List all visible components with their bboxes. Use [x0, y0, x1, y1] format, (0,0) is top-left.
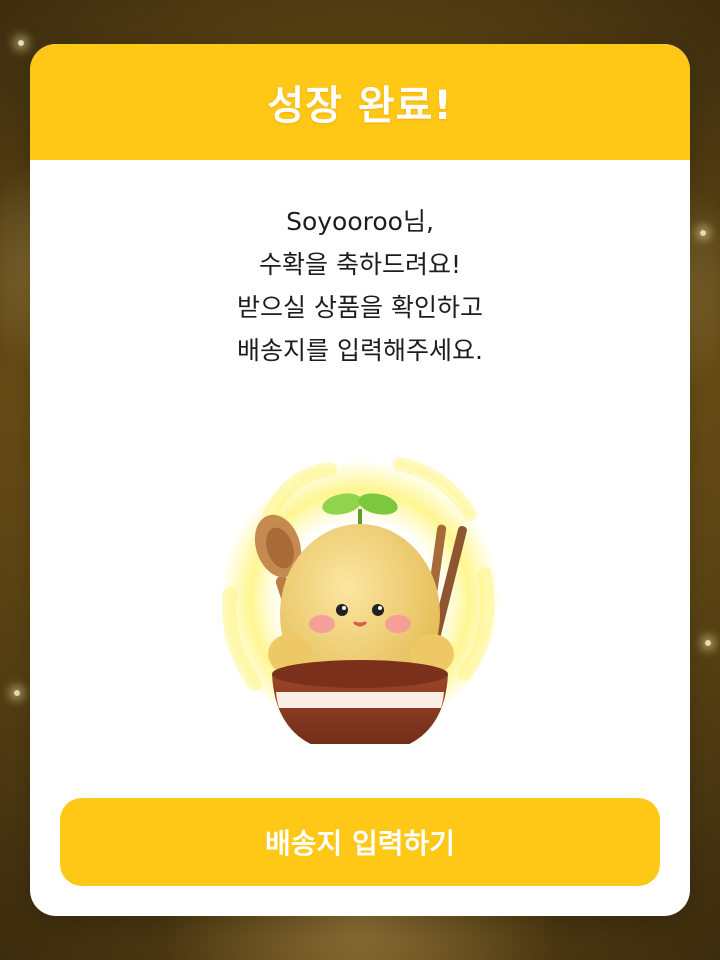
sparkle-decoration: [705, 640, 711, 646]
modal-title: 성장 완료!: [267, 83, 453, 129]
enter-shipping-address-button[interactable]: 배송지 입력하기: [60, 798, 660, 886]
message-line: 배송지를 입력해주세요.: [237, 336, 483, 365]
sparkle-decoration: [700, 230, 706, 236]
message-line: Soyooroo님,: [286, 207, 434, 236]
sparkle-decoration: [14, 690, 20, 696]
sparkle-decoration: [18, 40, 24, 46]
sprout-mascot-icon: [210, 424, 510, 744]
message-line: 받으실 상품을 확인하고: [237, 293, 483, 322]
congrats-message: Soyooroo님, 수확을 축하드려요! 받으실 상품을 확인하고 배송지를 …: [30, 200, 690, 372]
message-line: 수확을 축하드려요!: [259, 250, 461, 279]
modal-header: 성장 완료!: [30, 44, 690, 160]
growth-complete-modal: 성장 완료! Soyooroo님, 수확을 축하드려요! 받으실 상품을 확인하…: [30, 44, 690, 916]
